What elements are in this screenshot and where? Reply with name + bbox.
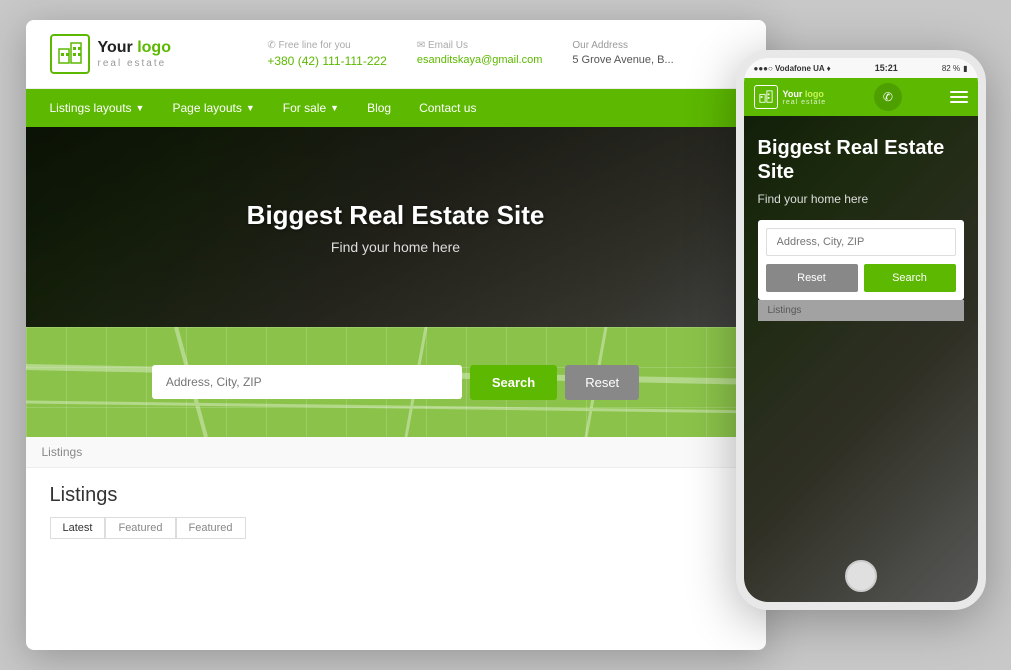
phone-status-bar: ●●●○ Vodafone UA ♦ 15:21 82 % ▮ — [744, 58, 978, 78]
nav-page-layouts[interactable]: Page layouts ▼ — [158, 89, 268, 127]
tab-featured-2[interactable]: Featured — [176, 517, 246, 539]
phone-home-button[interactable] — [845, 560, 877, 592]
phone-search-button[interactable]: Search — [864, 264, 956, 292]
nav-contact-us[interactable]: Contact us — [405, 89, 490, 127]
search-button[interactable]: Search — [470, 365, 557, 400]
listings-tabs: Latest Featured Featured — [50, 517, 742, 539]
phone-nav: Your logo real estate ✆ — [744, 78, 978, 116]
site-nav: Listings layouts ▼ Page layouts ▼ For sa… — [26, 89, 766, 127]
brand-colored: logo — [137, 39, 171, 56]
hero-content: Biggest Real Estate Site Find your home … — [247, 200, 545, 255]
phone-hero: Biggest Real Estate Site Find your home … — [744, 116, 978, 602]
phone-hero-title: Biggest Real Estate Site — [758, 136, 964, 184]
menu-line-3 — [950, 101, 968, 103]
search-input-wrapper — [152, 365, 462, 399]
logo-area: Your logo real estate — [50, 34, 180, 74]
chevron-down-icon: ▼ — [246, 103, 255, 113]
brand-name: Your logo — [98, 38, 171, 57]
phone-reset-button[interactable]: Reset — [766, 264, 858, 292]
chevron-down-icon: ▼ — [330, 103, 339, 113]
hero-title: Biggest Real Estate Site — [247, 200, 545, 231]
contact-address: Our Address 5 Grove Avenue, B... — [572, 39, 673, 70]
site-header: Your logo real estate ✆ Free line for yo… — [26, 20, 766, 89]
phone-logo-text: Your logo real estate — [783, 89, 827, 106]
phone-button-row: Reset Search — [766, 264, 956, 292]
logo-icon — [50, 34, 90, 74]
search-bar: Search Reset — [152, 365, 639, 400]
hero-section: Biggest Real Estate Site Find your home … — [26, 127, 766, 327]
listings-nav-label: Listings — [26, 437, 766, 468]
menu-line-2 — [950, 96, 968, 98]
chevron-down-icon: ▼ — [136, 103, 145, 113]
tagline: real estate — [98, 58, 171, 70]
scene: Your logo real estate ✆ Free line for yo… — [26, 20, 986, 650]
battery-icon: ▮ — [963, 64, 967, 73]
phone-logo-area: Your logo real estate — [754, 85, 827, 109]
mobile-menu-button[interactable] — [950, 91, 968, 103]
nav-for-sale[interactable]: For sale ▼ — [269, 89, 353, 127]
phone-time: 15:21 — [875, 63, 898, 73]
tab-latest[interactable]: Latest — [50, 517, 106, 539]
contact-group: ✆ Free line for you +380 (42) 111-111-22… — [200, 39, 742, 70]
address-search-input[interactable] — [152, 365, 462, 399]
phone-call-button[interactable]: ✆ — [874, 83, 902, 111]
phone-battery: 82 % — [942, 64, 960, 73]
phone-logo-icon — [754, 85, 778, 109]
contact-phone: ✆ Free line for you +380 (42) 111-111-22… — [267, 39, 387, 70]
nav-listings-layouts[interactable]: Listings layouts ▼ — [36, 89, 159, 127]
mobile-phone: ●●●○ Vodafone UA ♦ 15:21 82 % ▮ — [736, 50, 986, 610]
phone-hero-content: Biggest Real Estate Site Find your home … — [758, 136, 964, 300]
hero-subtitle: Find your home here — [247, 239, 545, 255]
logo-text: Your logo real estate — [98, 38, 171, 69]
nav-blog[interactable]: Blog — [353, 89, 405, 127]
tab-featured[interactable]: Featured — [105, 517, 175, 539]
listings-title: Listings — [50, 484, 742, 507]
phone-search-area: Reset Search — [758, 220, 964, 300]
reset-button[interactable]: Reset — [565, 365, 639, 400]
phone-hero-subtitle: Find your home here — [758, 192, 964, 206]
contact-email: ✉ Email Us esanditskaya@gmail.com — [417, 39, 543, 70]
phone-screen: ●●●○ Vodafone UA ♦ 15:21 82 % ▮ — [744, 58, 978, 602]
menu-line-1 — [950, 91, 968, 93]
listings-section: Listings Latest Featured Featured — [26, 468, 766, 555]
map-search-section: Search Reset — [26, 327, 766, 437]
desktop-browser: Your logo real estate ✆ Free line for yo… — [26, 20, 766, 650]
phone-carrier: ●●●○ Vodafone UA ♦ — [754, 64, 831, 73]
phone-address-input[interactable] — [766, 228, 956, 256]
